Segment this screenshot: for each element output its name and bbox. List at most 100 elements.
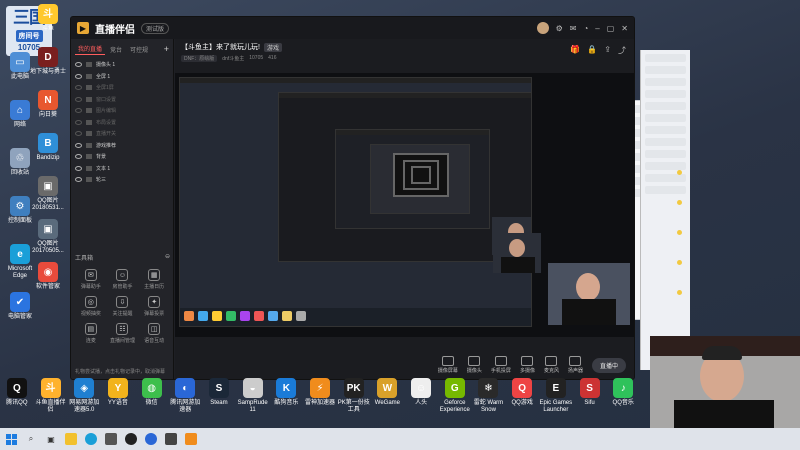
tool-button[interactable]: ▦ 主播日历 [138, 269, 170, 290]
scene-item[interactable]: 轮三 [71, 174, 173, 186]
desktop-icon[interactable]: D 地下城与勇士 [28, 47, 68, 76]
start-button[interactable] [6, 433, 17, 445]
taskbar: ⌕ ▣ [0, 428, 800, 450]
visibility-eye-icon[interactable] [75, 73, 82, 79]
desktop-icon[interactable]: ♪ QQ音乐 [606, 378, 640, 414]
stream-tag[interactable]: 游戏 [263, 42, 282, 52]
tool-button[interactable]: ☺ 房管助手 [107, 269, 139, 290]
source-button[interactable]: 多摄像 [520, 356, 535, 374]
scene-item[interactable]: 游戏推荐 [71, 140, 173, 152]
maximize-icon[interactable]: ▢ [607, 24, 615, 33]
message-icon[interactable]: ✉ [570, 24, 577, 33]
scene-item[interactable]: 窗口设置 [71, 94, 173, 106]
source-label: 手机投屏 [490, 368, 511, 374]
upload-icon[interactable]: ⇪ [604, 45, 611, 56]
source-button[interactable]: 扬声器 [568, 356, 583, 374]
desktop-icon[interactable]: B Bandizip [28, 133, 68, 162]
tool-button[interactable]: ◎ 视频抽奖 [75, 296, 107, 317]
app-icon-2[interactable] [145, 433, 157, 445]
visibility-eye-icon[interactable] [75, 85, 82, 91]
scene-item[interactable]: 背景 [71, 151, 173, 163]
visibility-eye-icon[interactable] [75, 96, 82, 102]
desktop-icon[interactable]: PK PK第一份技工具 [337, 378, 371, 414]
visibility-eye-icon[interactable] [75, 131, 82, 137]
app-icon-1[interactable] [125, 433, 137, 445]
stream-title[interactable]: 【斗鱼主】来了就玩儿玩! [181, 42, 260, 52]
visibility-eye-icon[interactable] [75, 119, 82, 125]
task-view-icon[interactable]: ▣ [45, 433, 57, 445]
desktop-icon[interactable]: Q 腾讯QQ [0, 378, 34, 414]
scene-item[interactable]: 图片编辑 [71, 105, 173, 117]
tab-control[interactable]: 可控规 [127, 44, 151, 55]
streaming-app-window[interactable]: ▶ 直播伴侣 测试版 ⚙ ✉ ◔ – ▢ ✕ 我的直播 竞台 可控规 + 摄像头… [70, 16, 635, 380]
visibility-eye-icon[interactable] [75, 62, 82, 68]
desktop-icon[interactable]: S Sifu [573, 378, 607, 414]
desktop-icon[interactable]: ⚡ 雷神加速器 [303, 378, 337, 414]
desktop-icon[interactable]: ▣ QQ图片20170505... [28, 219, 68, 255]
desktop-icon[interactable]: ◈ 网易网游加速器5.0 [67, 378, 101, 414]
tab-my-live[interactable]: 我的直播 [75, 43, 106, 55]
tool-button[interactable]: ✉ 弹幕助手 [75, 269, 107, 290]
desktop-icon[interactable]: ◍ 微信 [135, 378, 169, 414]
title-bar[interactable]: ▶ 直播伴侣 测试版 ⚙ ✉ ◔ – ▢ ✕ [71, 17, 634, 39]
source-button[interactable]: 麦克风 [544, 356, 559, 374]
source-button[interactable]: 摄像头 [467, 356, 482, 374]
tool-button[interactable]: ▤ 连麦 [75, 323, 107, 344]
desktop-icon[interactable]: ◉ 软件管家 [28, 262, 68, 291]
visibility-eye-icon[interactable] [75, 165, 82, 171]
go-live-button[interactable]: 直播中 [591, 357, 626, 373]
scene-sidebar: 我的直播 竞台 可控规 + 摄像头 1 全屏 1 全屏1屏 窗口设置 图片编辑 布局设置直… [71, 39, 174, 379]
close-icon[interactable]: ✕ [621, 24, 628, 33]
visibility-eye-icon[interactable] [75, 108, 82, 114]
store-icon[interactable] [105, 433, 117, 445]
scene-item[interactable]: 布局设置 [71, 117, 173, 129]
tools-collapse-icon[interactable]: ⊖ [165, 253, 170, 262]
scene-item[interactable]: 文本 1 [71, 163, 173, 175]
visibility-eye-icon[interactable] [75, 142, 82, 148]
desktop-icon-label: 网络 [13, 122, 26, 128]
tool-button[interactable]: ☷ 直播间管理 [107, 323, 139, 344]
gift-icon[interactable]: 🎁 [570, 45, 580, 56]
desktop-icon[interactable]: ❄ 雷蛇 Warm Snow [472, 378, 506, 414]
scene-item[interactable]: 摄像头 1 [71, 59, 173, 71]
tool-button[interactable]: ✦ 弹幕投票 [138, 296, 170, 317]
desktop-icon[interactable]: Q QQ游戏 [505, 378, 539, 414]
desktop-icon[interactable]: ▣ QQ图片20180531... [28, 176, 68, 212]
desktop-icon[interactable]: E Epic Games Launcher [539, 378, 573, 414]
desktop-icon[interactable]: W WeGame [371, 378, 405, 414]
visibility-eye-icon[interactable] [75, 177, 82, 183]
search-icon[interactable]: ⌕ [25, 433, 37, 445]
add-scene-icon[interactable]: + [164, 44, 169, 54]
tool-button[interactable]: ⇩ 关注提醒 [107, 296, 139, 317]
desktop-icon[interactable]: 斗斗鱼直播伴侣 [34, 378, 68, 414]
scene-item[interactable]: 全屏1屏 [71, 82, 173, 94]
browser-window-2[interactable] [640, 50, 690, 370]
avatar[interactable] [536, 22, 549, 34]
app-icon-4[interactable] [185, 433, 197, 445]
desktop-icon[interactable]: ☺ 人头 [404, 378, 438, 414]
desktop-icon[interactable]: 斗斗鱼 [28, 4, 68, 33]
scene-item[interactable]: 全屏 1 [71, 71, 173, 83]
desktop-icon[interactable]: N 向日葵 [28, 90, 68, 119]
scene-item[interactable]: 直播开关 [71, 128, 173, 140]
app-icon-3[interactable] [165, 433, 177, 445]
skin-icon[interactable]: ◔ [583, 24, 588, 33]
desktop-icon[interactable]: G Geforce Experience [438, 378, 472, 414]
edge-icon[interactable] [85, 433, 97, 445]
tab-stage[interactable]: 竞台 [107, 44, 125, 55]
lock-icon[interactable]: 🔒 [587, 45, 597, 56]
desktop-icon[interactable]: ◒ SampRude 11 [236, 378, 270, 414]
settings-icon[interactable]: ⚙ [556, 24, 563, 33]
desktop-icon[interactable]: ◐ 腾讯网游加速器 [168, 378, 202, 414]
desktop-icon[interactable]: ✔ 电脑管家 [0, 292, 40, 321]
file-explorer-icon[interactable] [65, 433, 77, 445]
visibility-eye-icon[interactable] [75, 154, 82, 160]
source-button[interactable]: 手机投屏 [491, 356, 511, 374]
desktop-icon[interactable]: K 酷狗音乐 [270, 378, 304, 414]
source-button[interactable]: 摄像屏幕 [438, 356, 458, 374]
share-icon[interactable]: ⤴ [618, 45, 626, 56]
desktop-icon[interactable]: Y YY语音 [101, 378, 135, 414]
minimize-icon[interactable]: – [595, 24, 599, 33]
tool-button[interactable]: ◫ 语音互动 [138, 323, 170, 344]
desktop-icon[interactable]: S Steam [202, 378, 236, 414]
